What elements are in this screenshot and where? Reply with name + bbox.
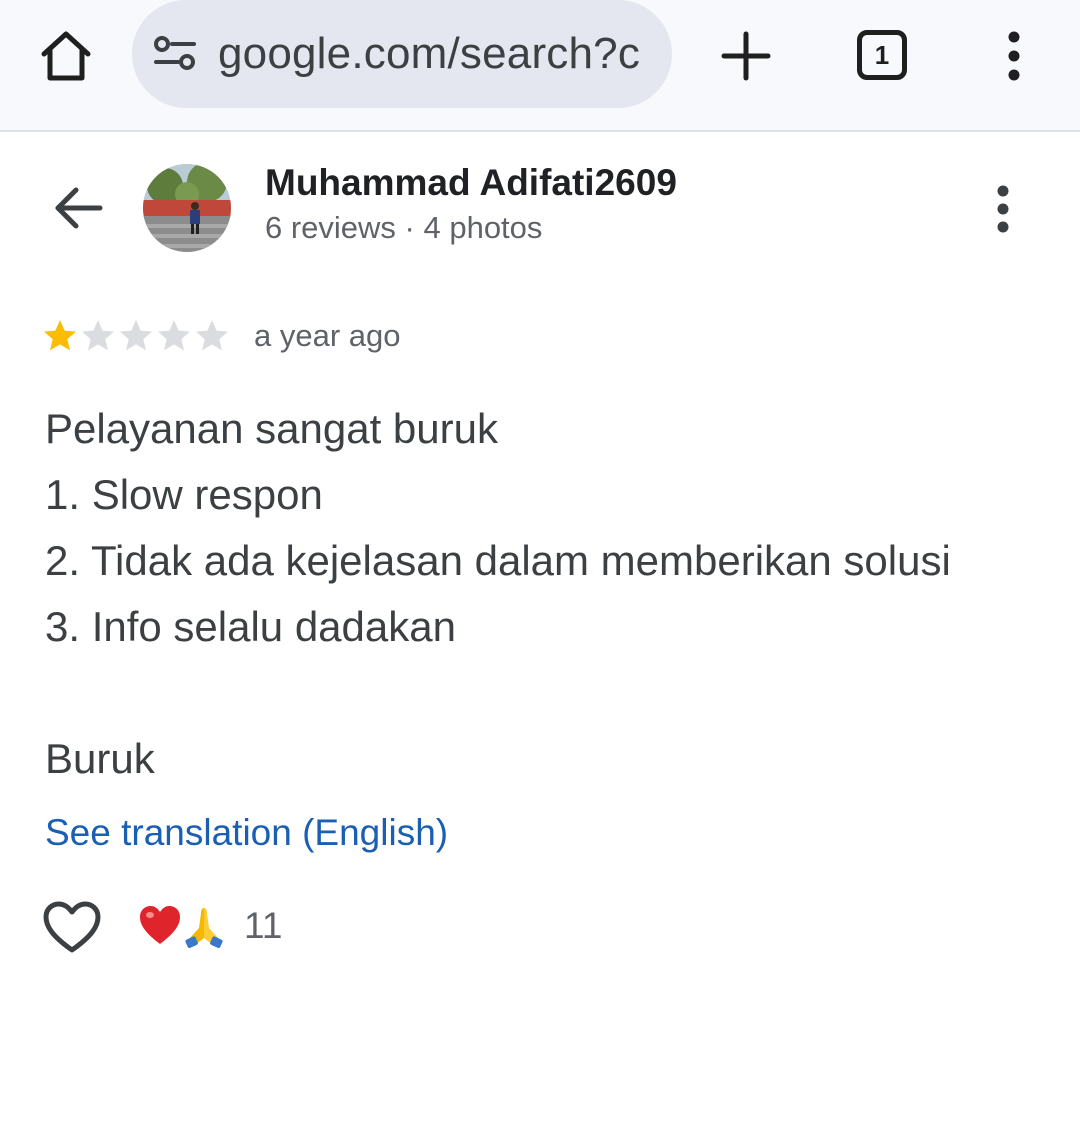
heart-outline-icon[interactable]: [42, 900, 102, 956]
reviewer-name[interactable]: Muhammad Adifati2609: [265, 162, 677, 204]
folded-hands-icon: [182, 904, 226, 948]
back-arrow-icon[interactable]: [50, 180, 106, 236]
review-text-line: Pelayanan sangat buruk: [45, 405, 498, 452]
tab-count: 1: [874, 40, 890, 70]
plus-icon[interactable]: [718, 28, 774, 84]
review-text-line: 1. Slow respon: [45, 471, 323, 518]
more-vert-icon[interactable]: [996, 28, 1032, 84]
tab-switcher-icon[interactable]: 1: [857, 30, 907, 80]
star-rating: [42, 318, 230, 354]
star-empty-icon: [120, 320, 152, 351]
site-info-icon[interactable]: [152, 34, 198, 74]
review-text-line: 3. Info selalu dadakan: [45, 603, 456, 650]
star-empty-icon: [196, 320, 228, 351]
reactions[interactable]: 11: [138, 904, 282, 948]
review-time: a year ago: [254, 318, 401, 353]
address-bar[interactable]: google.com/search?c: [132, 0, 672, 108]
home-icon[interactable]: [36, 26, 96, 86]
more-vert-icon[interactable]: [985, 182, 1021, 236]
reviewer-meta: 6 reviews · 4 photos: [265, 210, 543, 245]
avatar[interactable]: [143, 164, 231, 252]
heart-icon: [138, 904, 182, 948]
review-text: Pelayanan sangat buruk 1. Slow respon 2. T…: [45, 396, 1045, 792]
reaction-count: 11: [244, 905, 283, 946]
browser-toolbar: google.com/search?c 1: [0, 0, 1080, 132]
review-text-line: 2. Tidak ada kejelasan dalam memberikan …: [45, 537, 951, 584]
url-text[interactable]: google.com/search?c: [218, 29, 640, 79]
review-text-line: Buruk: [45, 735, 155, 782]
star-empty-icon: [158, 320, 190, 351]
star-filled-icon: [44, 320, 76, 351]
review-text-line: [45, 660, 1045, 726]
star-empty-icon: [82, 320, 114, 351]
see-translation-link[interactable]: See translation (English): [45, 812, 448, 854]
